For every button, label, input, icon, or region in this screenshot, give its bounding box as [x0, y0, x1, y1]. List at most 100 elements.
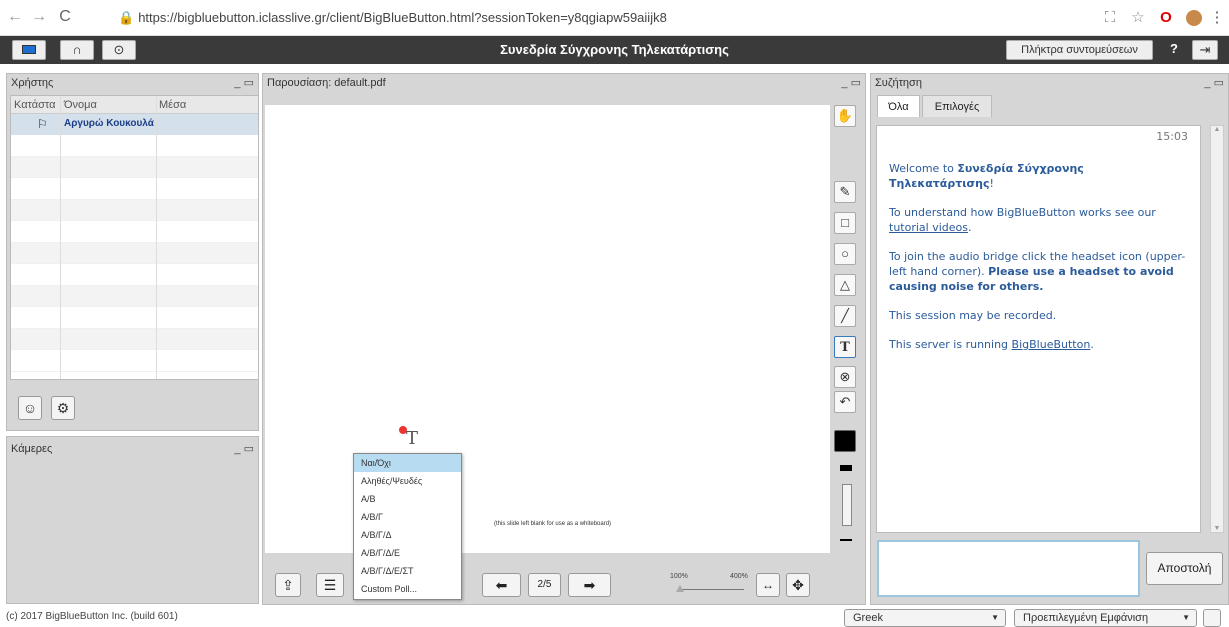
panel-controls[interactable]: _ ▭: [1204, 74, 1224, 92]
poll-option-true-false[interactable]: Αληθές/Ψευδές: [354, 472, 461, 490]
thin-line-icon: [840, 539, 852, 541]
column-media[interactable]: Μέσα: [159, 96, 186, 114]
settings-button[interactable]: ⚙: [51, 396, 75, 420]
opera-icon[interactable]: O: [1156, 8, 1176, 28]
tutorial-link[interactable]: tutorial videos: [889, 221, 968, 234]
language-value: Greek: [853, 612, 883, 624]
poll-option-abcdef[interactable]: Α/Β/Γ/Δ/Ε/ΣΤ: [354, 562, 461, 580]
address-bar[interactable]: 🔒 https://bigbluebutton.iclasslive.gr/cli…: [118, 6, 1078, 30]
language-select[interactable]: Greek ▼: [844, 609, 1006, 627]
chat-message-input[interactable]: [877, 540, 1140, 597]
zoom-slider[interactable]: [678, 589, 744, 590]
triangle-tool-icon[interactable]: △: [834, 274, 856, 296]
headset-icon: ∩: [72, 42, 82, 57]
profile-avatar-icon[interactable]: [1184, 8, 1204, 28]
pan-tool-hand-icon[interactable]: ✋: [834, 105, 856, 127]
chat-recorded: This session may be recorded.: [889, 309, 1057, 322]
presentation-title: Παρουσίαση: default.pdf: [267, 77, 386, 89]
bookmark-star-icon[interactable]: ☆: [1128, 8, 1148, 28]
upload-button[interactable]: ⇪: [275, 573, 301, 597]
chat-timestamp: 15:03: [1156, 130, 1188, 143]
zoom-max-label: 400%: [730, 573, 748, 580]
quick-poll-button[interactable]: ☰: [316, 573, 344, 597]
join-audio-button[interactable]: ∩: [60, 40, 94, 60]
smiley-icon: ☺: [22, 400, 38, 416]
scroll-up-icon[interactable]: ▲: [1211, 126, 1223, 133]
next-slide-button[interactable]: ➡: [568, 573, 611, 597]
apply-layout-button[interactable]: [1203, 609, 1221, 627]
upload-icon: ⇪: [282, 577, 294, 593]
reload-icon[interactable]: C: [56, 8, 74, 26]
cameras-panel: Κάμερες _ ▭: [6, 436, 259, 604]
prev-slide-button[interactable]: ⬅: [482, 573, 521, 597]
panel-controls[interactable]: _ ▭: [234, 74, 254, 92]
forward-icon[interactable]: →: [30, 8, 48, 26]
record-icon: ⊙: [113, 42, 125, 57]
layout-value: Προεπιλεγμένη Εμφάνιση: [1023, 612, 1149, 624]
ellipse-tool-icon[interactable]: ○: [834, 243, 856, 265]
move-icon: ✥: [792, 577, 804, 593]
help-button[interactable]: ?: [1161, 40, 1187, 60]
panel-controls[interactable]: _ ▭: [841, 74, 861, 92]
undo-tool-icon[interactable]: ↶: [834, 391, 856, 413]
logout-icon: ⇥: [1199, 42, 1211, 57]
chat-tutorial: To understand how BigBlueButton works se…: [889, 206, 1156, 234]
translate-icon[interactable]: ⛶: [1100, 8, 1120, 28]
poll-option-custom[interactable]: Custom Poll...: [354, 580, 461, 598]
chevron-down-icon: ▼: [1182, 613, 1190, 622]
user-row[interactable]: ⚐ Αργυρώ Κουκουλά: [11, 114, 258, 135]
rectangle-tool-icon[interactable]: □: [834, 212, 856, 234]
clear-tool-icon[interactable]: ⊗: [834, 366, 856, 388]
layout-select[interactable]: Προεπιλεγμένη Εμφάνιση ▼: [1014, 609, 1197, 627]
column-divider: [60, 96, 61, 379]
menu-kebab-icon[interactable]: ⋮: [1207, 8, 1227, 28]
text-tool-icon[interactable]: T: [834, 336, 856, 358]
chat-audio: To join the audio bridge click the heads…: [889, 250, 1186, 293]
poll-option-abcde[interactable]: Α/Β/Γ/Δ/Ε: [354, 544, 461, 562]
arrow-left-icon: ⬅: [495, 577, 508, 593]
column-name[interactable]: Όνομα: [64, 96, 97, 114]
color-picker-icon[interactable]: [834, 430, 856, 452]
bigbluebutton-link[interactable]: BigBlueButton: [1012, 338, 1091, 351]
poll-icon: ☰: [323, 577, 337, 593]
users-table-header: Κατάστα Όνομα Μέσα: [11, 96, 258, 114]
zoom-slider-thumb[interactable]: [676, 585, 684, 592]
tab-options[interactable]: Επιλογές: [922, 95, 992, 117]
panel-controls[interactable]: _ ▭: [234, 440, 254, 458]
chevron-down-icon: ▼: [991, 613, 999, 622]
record-button[interactable]: ⊙: [102, 40, 136, 60]
chat-log: 15:03 Welcome to Συνεδρία Σύγχρονης Τηλε…: [876, 125, 1201, 533]
poll-option-abc[interactable]: Α/Β/Γ: [354, 508, 461, 526]
shortcuts-button[interactable]: Πλήκτρα συντομεύσεων: [1006, 40, 1153, 60]
column-status[interactable]: Κατάστα: [14, 96, 55, 114]
poll-option-ab[interactable]: Α/Β: [354, 490, 461, 508]
fit-page-button[interactable]: ✥: [786, 573, 810, 597]
pencil-tool-icon[interactable]: ✎: [834, 181, 856, 203]
emoji-status-button[interactable]: ☺: [18, 396, 42, 420]
chat-scrollbar[interactable]: ▲ ▼: [1210, 125, 1224, 533]
page-indicator[interactable]: 2/5: [528, 573, 561, 597]
tab-all[interactable]: Όλα: [877, 95, 920, 117]
copyright-text: (c) 2017 BigBlueButton Inc. (build 601): [6, 611, 178, 622]
fit-width-icon: ↔: [762, 578, 774, 592]
thickness-slider[interactable]: [842, 484, 852, 526]
empty-rows: [11, 135, 258, 372]
poll-option-abcd[interactable]: Α/Β/Γ/Δ: [354, 526, 461, 544]
scroll-down-icon[interactable]: ▼: [1211, 525, 1223, 532]
whiteboard-slide[interactable]: (this slide left blank for use as a whit…: [265, 105, 830, 553]
monitor-icon: [22, 45, 36, 54]
fit-width-button[interactable]: ↔: [756, 573, 780, 597]
text-cursor-icon: T: [406, 428, 419, 449]
desktop-share-button[interactable]: [12, 40, 46, 60]
back-icon[interactable]: ←: [6, 8, 24, 26]
users-panel-title: Χρήστης: [11, 77, 54, 89]
cameras-panel-title: Κάμερες: [11, 443, 53, 455]
send-button[interactable]: Αποστολή: [1146, 552, 1223, 585]
logout-button[interactable]: ⇥: [1192, 40, 1218, 60]
poll-option-yes-no[interactable]: Ναι/Όχι: [354, 454, 461, 472]
chat-panel-title: Συζήτηση: [875, 77, 922, 89]
presenter-icon: ⚐: [37, 117, 48, 131]
lock-icon: 🔒: [118, 10, 135, 25]
users-table: Κατάστα Όνομα Μέσα ⚐ Αργυρώ Κουκουλά: [10, 95, 259, 380]
line-tool-icon[interactable]: ╱: [834, 305, 856, 327]
